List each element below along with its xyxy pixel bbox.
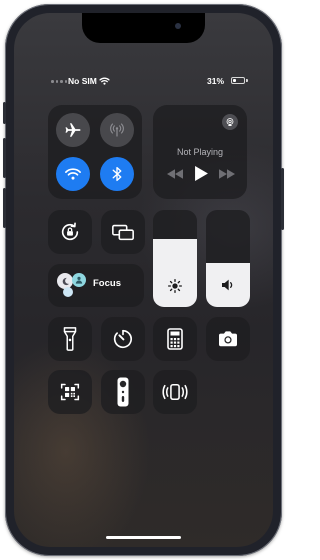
cellular-data-toggle[interactable] xyxy=(100,113,134,147)
airplay-button[interactable] xyxy=(222,114,238,130)
carrier-label: No SIM xyxy=(68,76,97,86)
flashlight-icon xyxy=(63,327,77,351)
volume-slider-icon-wrap xyxy=(206,278,250,292)
wifi-icon xyxy=(65,168,81,180)
volume-down-button xyxy=(3,188,6,228)
sound-recognition-button[interactable] xyxy=(153,370,197,414)
qr-code-scanner-icon xyxy=(60,383,80,401)
airplane-icon xyxy=(65,123,81,137)
focus-bed-icon xyxy=(63,287,73,297)
action-button xyxy=(3,102,6,124)
airplay-icon xyxy=(226,118,234,126)
flashlight-button[interactable] xyxy=(48,317,92,361)
volume-slider[interactable] xyxy=(206,210,250,307)
volume-up-button xyxy=(3,138,6,178)
apple-tv-remote-button[interactable] xyxy=(101,370,145,414)
notch xyxy=(82,13,205,43)
sun-icon xyxy=(168,279,182,293)
play-icon[interactable] xyxy=(195,166,208,181)
backward-icon[interactable] xyxy=(167,169,183,179)
forward-icon[interactable] xyxy=(219,169,235,179)
battery-cap xyxy=(246,79,248,82)
orientation-lock-toggle[interactable] xyxy=(48,210,92,254)
calculator-icon xyxy=(167,328,183,350)
cellular-signal-icon xyxy=(51,80,67,83)
brightness-slider[interactable] xyxy=(153,210,197,307)
control-center-screen: No SIM 31% Not Playing Focus xyxy=(14,13,273,547)
now-playing-module[interactable]: Not Playing xyxy=(153,105,247,199)
brightness-slider-fill xyxy=(153,239,197,307)
home-indicator[interactable] xyxy=(106,536,181,539)
orientation-lock-icon xyxy=(61,222,79,241)
timer-button[interactable] xyxy=(101,317,145,361)
wifi-toggle[interactable] xyxy=(56,157,90,191)
battery-level-fill xyxy=(233,79,236,82)
focus-label: Focus xyxy=(93,278,121,289)
calculator-button[interactable] xyxy=(153,317,197,361)
brightness-slider-icon-wrap xyxy=(153,278,197,294)
airplane-mode-toggle[interactable] xyxy=(56,113,90,147)
battery-percentage: 31% xyxy=(207,76,225,86)
cellular-antenna-icon xyxy=(110,123,124,137)
screen-mirroring-toggle[interactable] xyxy=(101,210,145,254)
connectivity-module xyxy=(48,105,142,199)
focus-person-icon xyxy=(72,273,86,287)
tv-remote-icon xyxy=(117,377,129,407)
sound-recognition-icon xyxy=(162,383,188,401)
focus-button[interactable]: Focus xyxy=(48,264,144,307)
side-power-button xyxy=(281,168,284,230)
speaker-icon xyxy=(222,279,233,291)
now-playing-title: Not Playing xyxy=(176,147,224,157)
front-camera xyxy=(175,23,181,29)
camera-button[interactable] xyxy=(206,317,250,361)
status-bar: No SIM 31% xyxy=(14,76,273,88)
screen-mirroring-icon xyxy=(112,224,134,241)
wifi-status-icon xyxy=(99,77,110,85)
code-scanner-button[interactable] xyxy=(48,370,92,414)
battery-icon xyxy=(231,77,245,84)
bluetooth-icon xyxy=(112,166,122,182)
phone-frame: No SIM 31% Not Playing Focus xyxy=(3,4,284,556)
bluetooth-toggle[interactable] xyxy=(100,157,134,191)
camera-icon xyxy=(219,331,237,347)
timer-icon xyxy=(113,329,132,349)
